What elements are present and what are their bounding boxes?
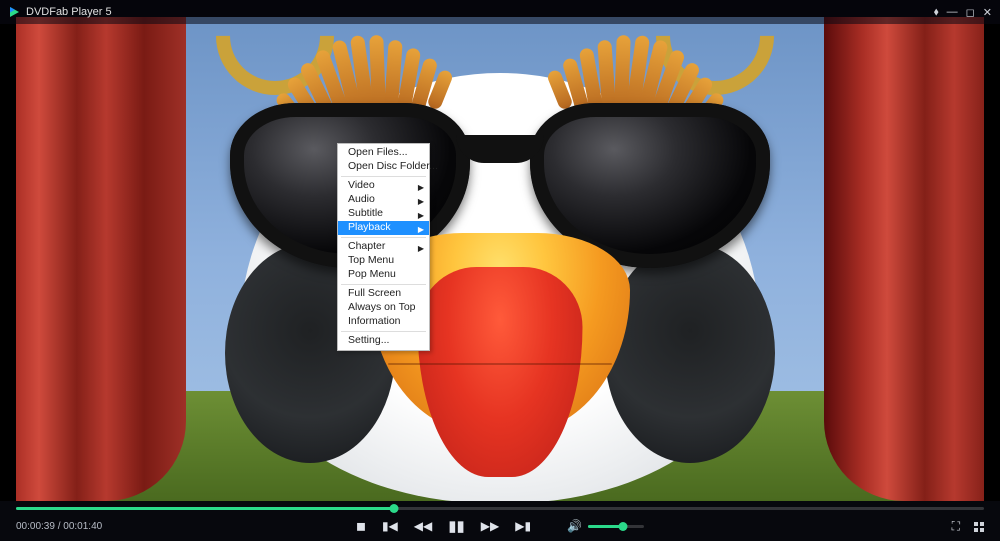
close-button[interactable]: ✕ (983, 6, 992, 19)
menu-item-pop-menu[interactable]: Pop Menu (338, 268, 429, 282)
menu-item-chapter[interactable]: Chapter▶ (338, 240, 429, 254)
app-logo-icon (8, 6, 20, 18)
progress-knob[interactable] (389, 504, 398, 513)
menu-item-playback[interactable]: Playback▶ (338, 221, 429, 235)
playlist-grid-button[interactable] (974, 522, 984, 532)
menu-item-top-menu[interactable]: Top Menu (338, 254, 429, 268)
next-button[interactable]: ▶▮ (515, 519, 531, 533)
total-time: 00:01:40 (63, 521, 102, 532)
right-controls: ⛶ (952, 519, 984, 534)
menu-item-video[interactable]: Video▶ (338, 179, 429, 193)
progress-track[interactable] (16, 507, 984, 510)
menu-item-subtitle[interactable]: Subtitle▶ (338, 207, 429, 221)
pin-button[interactable]: ⬧ (934, 6, 939, 19)
menu-item-information[interactable]: Information (338, 315, 429, 329)
menu-item-open-disc-folder[interactable]: Open Disc Folder... (338, 160, 429, 174)
submenu-arrow-icon: ▶ (418, 223, 424, 236)
menu-item-always-on-top[interactable]: Always on Top (338, 301, 429, 315)
video-frame-art (16, 17, 984, 501)
minimize-button[interactable]: — (947, 6, 958, 18)
volume-knob[interactable] (618, 522, 627, 531)
play-pause-button[interactable]: ▮▮ (448, 517, 465, 535)
menu-item-audio[interactable]: Audio▶ (338, 193, 429, 207)
transport-controls: ◼ ▮◀ ◀◀ ▮▮ ▶▶ ▶▮ 🔊 (356, 517, 644, 535)
prev-button[interactable]: ▮◀ (382, 519, 398, 533)
app-title: DVDFab Player 5 (26, 6, 112, 18)
rewind-button[interactable]: ◀◀ (414, 519, 432, 533)
context-menu: Open Files...Open Disc Folder... Video▶Au… (337, 143, 430, 351)
controls-bar: 00:00:39 / 00:01:40 ◼ ▮◀ ◀◀ ▮▮ ▶▶ ▶▮ 🔊 ⛶ (0, 501, 1000, 541)
menu-item-open-files[interactable]: Open Files... (338, 146, 429, 160)
fullscreen-button[interactable]: ⛶ (952, 519, 960, 534)
maximize-button[interactable]: ◻ (966, 6, 975, 19)
time-display: 00:00:39 / 00:01:40 (16, 521, 102, 532)
volume-icon[interactable]: 🔊 (567, 519, 582, 533)
title-bar: DVDFab Player 5 ⬧ — ◻ ✕ (0, 0, 1000, 24)
progress-fill (16, 507, 394, 510)
video-viewport[interactable]: Open Files...Open Disc Folder... Video▶Au… (16, 17, 984, 501)
menu-item-setting[interactable]: Setting... (338, 334, 429, 348)
forward-button[interactable]: ▶▶ (481, 519, 499, 533)
current-time: 00:00:39 (16, 521, 55, 532)
volume-track[interactable] (588, 525, 644, 528)
menu-item-full-screen[interactable]: Full Screen (338, 287, 429, 301)
stop-button[interactable]: ◼ (356, 519, 366, 533)
